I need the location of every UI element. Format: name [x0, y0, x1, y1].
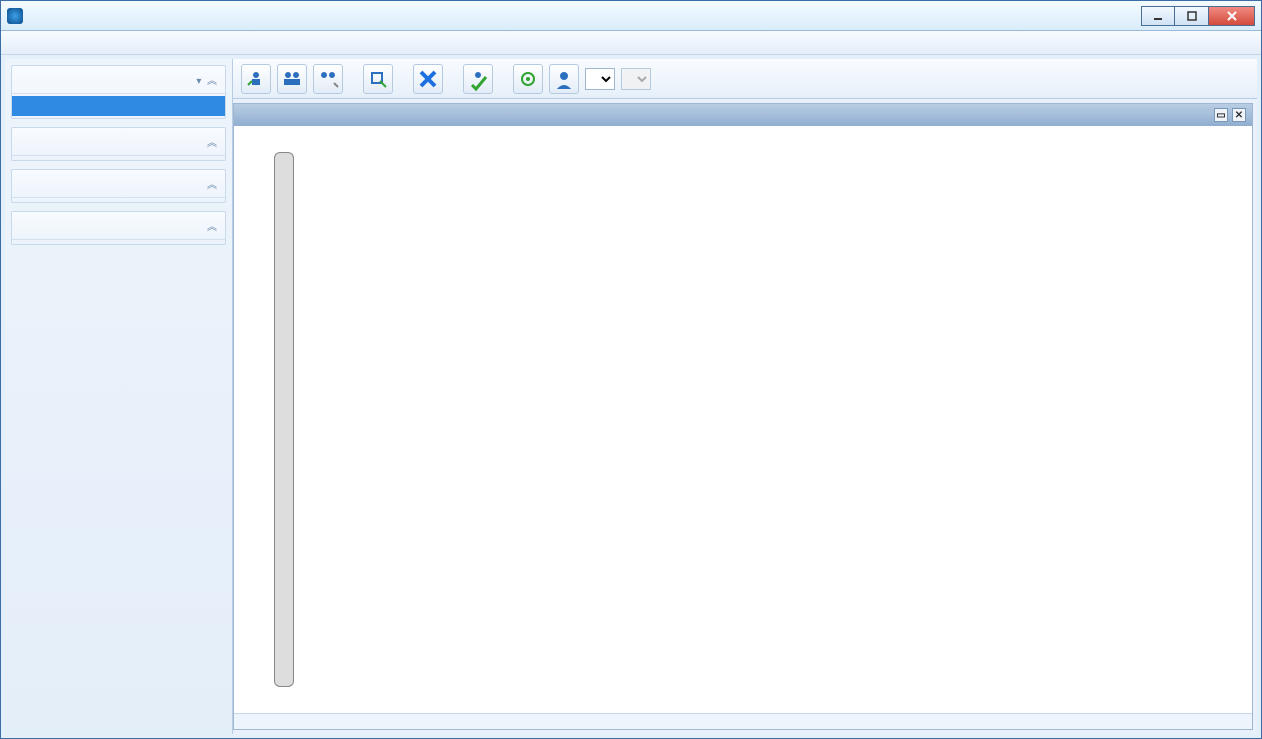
- minimize-button[interactable]: [1141, 6, 1175, 26]
- chart-panel: ▭ ✕: [233, 103, 1253, 730]
- tool-settings-family[interactable]: [513, 64, 543, 94]
- panel-unfiltered: ▾ ︽: [11, 65, 226, 119]
- chevron-up-icon: ︽: [207, 134, 217, 149]
- tool-family-check[interactable]: [463, 64, 493, 94]
- sidebar: ▾ ︽ ︽: [5, 59, 233, 734]
- chart-layout-icon[interactable]: ▭: [1214, 108, 1228, 122]
- titlebar: [1, 1, 1261, 31]
- chevron-down-icon: ▾ ︽: [196, 72, 217, 87]
- workflow-list: [12, 156, 225, 160]
- window-buttons: [1141, 6, 1255, 26]
- chart-body: [234, 126, 1252, 713]
- tree-case[interactable]: [12, 96, 225, 116]
- reference-select[interactable]: [621, 68, 651, 90]
- chart-close-icon[interactable]: ✕: [1232, 108, 1246, 122]
- axis-area: [234, 126, 314, 713]
- chevron-up-icon: ︽: [207, 218, 217, 233]
- maximize-button[interactable]: [1175, 6, 1209, 26]
- sample-columns: [314, 126, 1252, 713]
- panel-unfiltered-header[interactable]: ▾ ︽: [12, 66, 225, 94]
- tool-user[interactable]: [549, 64, 579, 94]
- view-list: [12, 240, 225, 244]
- app-icon: [7, 8, 23, 24]
- chart-header: ▭ ✕: [234, 104, 1252, 126]
- tool-family-edit[interactable]: [313, 64, 343, 94]
- menubar: [1, 31, 1261, 55]
- horizontal-scrollbar[interactable]: [234, 713, 1252, 729]
- panel-workflow: ︽: [11, 127, 226, 161]
- main-area: ▭ ✕: [233, 59, 1257, 734]
- chevron-up-icon: ︽: [207, 176, 217, 191]
- panel-shortcuts-header[interactable]: ︽: [12, 170, 225, 198]
- body: ▾ ︽ ︽: [1, 55, 1261, 738]
- toolbar: [233, 59, 1257, 99]
- panel-workflow-header[interactable]: ︽: [12, 128, 225, 156]
- mode-select[interactable]: [585, 68, 615, 90]
- panel-view-header[interactable]: ︽: [12, 212, 225, 240]
- panel-shortcuts: ︽: [11, 169, 226, 203]
- tool-family-import[interactable]: [241, 64, 271, 94]
- close-button[interactable]: [1209, 6, 1255, 26]
- panel-view: ︽: [11, 211, 226, 245]
- tool-export[interactable]: [363, 64, 393, 94]
- shortcuts-list: [12, 198, 225, 202]
- column-tracks: [324, 152, 1242, 687]
- ideogram[interactable]: [274, 152, 294, 687]
- app-window: ▾ ︽ ︽: [0, 0, 1262, 739]
- tool-family-view[interactable]: [277, 64, 307, 94]
- case-icon: [22, 99, 36, 113]
- tool-delete[interactable]: [413, 64, 443, 94]
- experiments-tree: [12, 94, 225, 118]
